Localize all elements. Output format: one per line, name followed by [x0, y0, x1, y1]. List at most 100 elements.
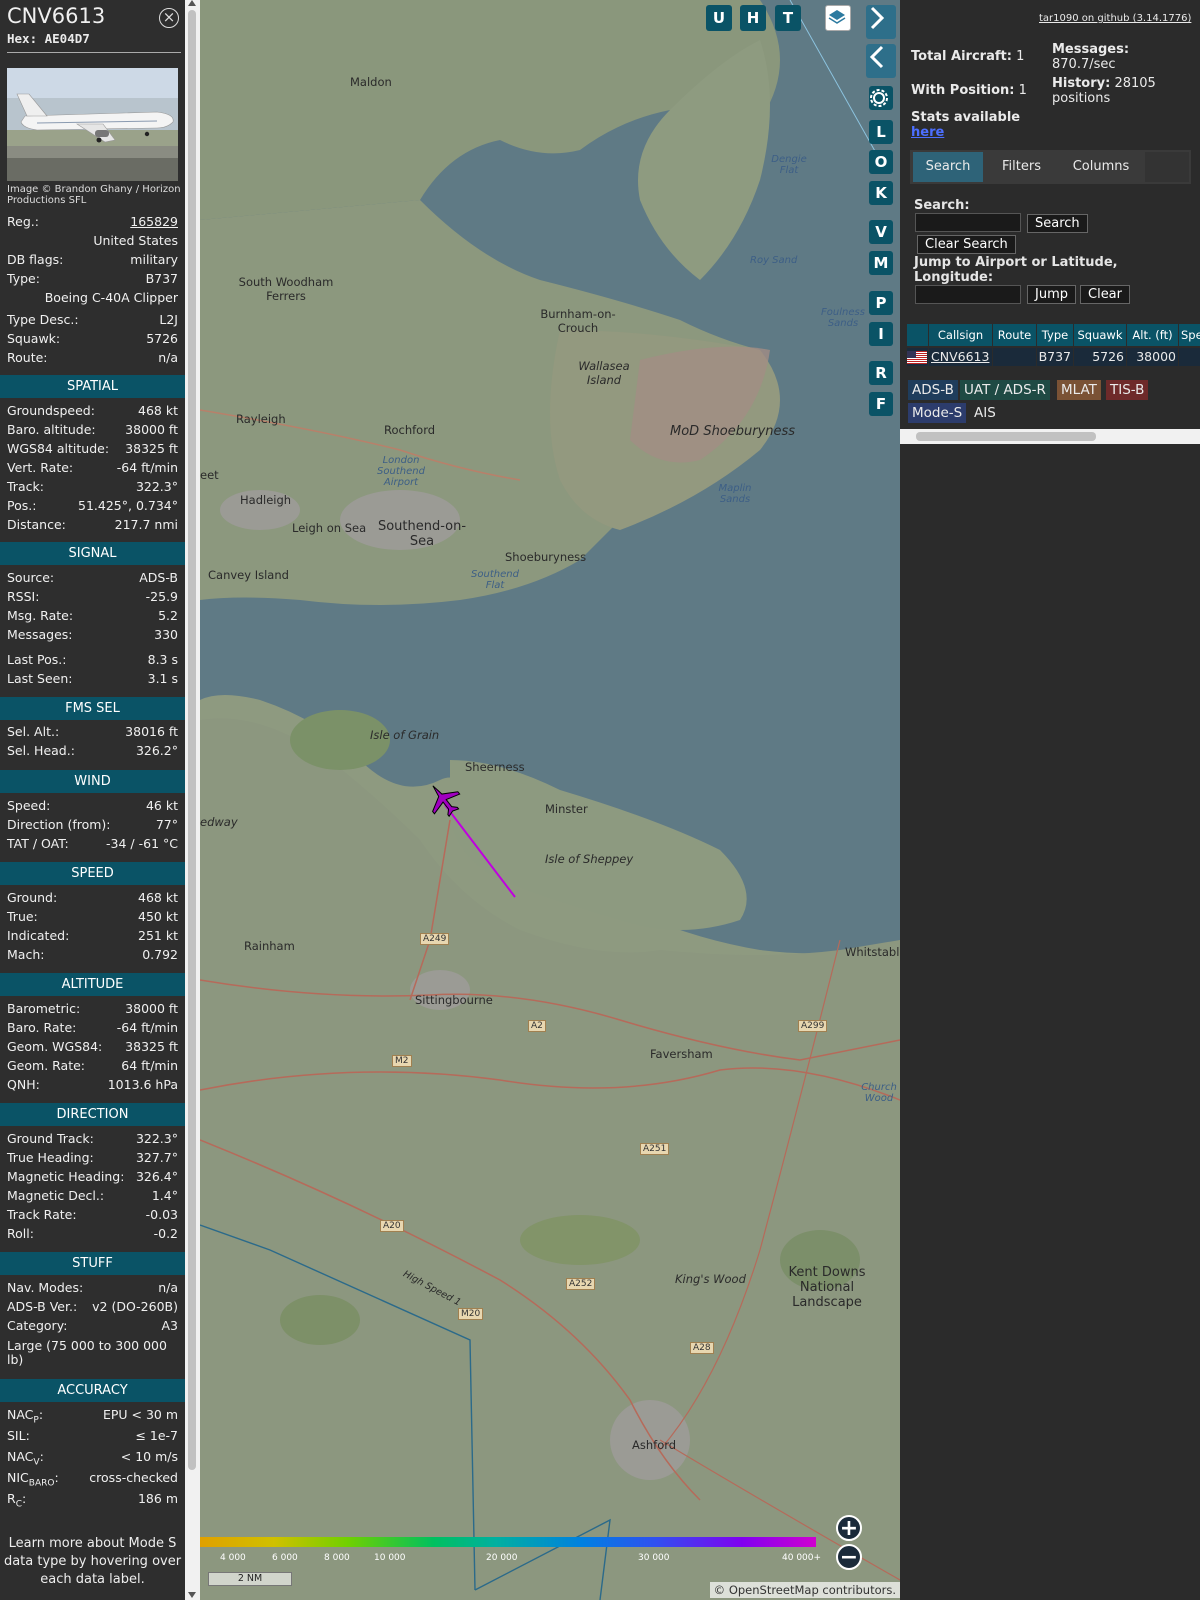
- altitude-label[interactable]: Barometric:: [7, 999, 80, 1018]
- altitude-label[interactable]: QNH:: [7, 1075, 40, 1094]
- map-button-i[interactable]: I: [869, 322, 893, 346]
- speed-label[interactable]: Indicated:: [7, 926, 69, 945]
- altitude-label[interactable]: Geom. WGS84:: [7, 1037, 102, 1056]
- source-filter-chip[interactable]: TIS-B: [1106, 380, 1149, 400]
- source-filter-chip[interactable]: AIS: [970, 403, 1000, 423]
- section-header-speed[interactable]: SPEED: [0, 862, 185, 885]
- section-header-accuracy[interactable]: ACCURACY: [0, 1379, 185, 1402]
- settings-gear-icon[interactable]: [869, 86, 893, 110]
- table-row-flag[interactable]: [907, 348, 928, 366]
- info-panel-scrollbar[interactable]: [185, 0, 200, 1600]
- map-button-f[interactable]: F: [869, 392, 893, 416]
- map-button-r[interactable]: R: [869, 361, 893, 385]
- close-icon[interactable]: ×: [159, 8, 179, 28]
- spatial-label[interactable]: Vert. Rate:: [7, 458, 73, 477]
- stats-here-link[interactable]: here: [911, 125, 944, 140]
- direction-label[interactable]: Ground Track:: [7, 1129, 94, 1148]
- altitude-label[interactable]: Baro. Rate:: [7, 1018, 76, 1037]
- column-callsign[interactable]: Callsign: [929, 324, 992, 346]
- signal-label[interactable]: RSSI:: [7, 587, 39, 606]
- layers-icon[interactable]: [825, 5, 851, 31]
- jump-input[interactable]: [915, 285, 1021, 304]
- stuff-label[interactable]: Category:: [7, 1316, 67, 1335]
- info_rows-label[interactable]: Type Desc.:: [7, 310, 79, 329]
- accuracy-label[interactable]: SIL:: [7, 1426, 30, 1445]
- wind-label[interactable]: TAT / OAT:: [7, 834, 69, 853]
- source-filter-chip[interactable]: ADS-B: [908, 380, 958, 400]
- direction-label[interactable]: Track Rate:: [7, 1205, 77, 1224]
- spatial-label[interactable]: Track:: [7, 477, 44, 496]
- table-row-type[interactable]: B737: [1037, 348, 1073, 366]
- openstreetmap-link[interactable]: OpenStreetMap: [729, 1583, 819, 1597]
- source-filter-chip[interactable]: MLAT: [1057, 380, 1101, 400]
- column-flag[interactable]: [907, 324, 928, 346]
- expand-right-icon[interactable]: [866, 5, 896, 39]
- wind-label[interactable]: Direction (from):: [7, 815, 111, 834]
- source-filter-chip[interactable]: Mode-S: [908, 403, 967, 423]
- map-button-v[interactable]: V: [869, 220, 893, 244]
- map-button-m[interactable]: M: [869, 251, 893, 275]
- map-button-k[interactable]: K: [869, 181, 893, 205]
- info_rows-label[interactable]: Reg.:: [7, 212, 39, 231]
- signal-label[interactable]: Last Seen:: [7, 669, 72, 688]
- direction-label[interactable]: True Heading:: [7, 1148, 94, 1167]
- table-row-callsign[interactable]: CNV6613: [929, 348, 992, 366]
- section-header-direction[interactable]: DIRECTION: [0, 1103, 185, 1126]
- info_rows-label[interactable]: Route:: [7, 348, 48, 367]
- spatial-label[interactable]: WGS84 altitude:: [7, 439, 109, 458]
- table-row-speed[interactable]: [1179, 348, 1200, 366]
- section-header-fms[interactable]: FMS SEL: [0, 697, 185, 720]
- signal-label[interactable]: Source:: [7, 568, 54, 587]
- table-row-squawk[interactable]: 5726: [1074, 348, 1126, 366]
- section-header-wind[interactable]: WIND: [0, 770, 185, 793]
- map-button-l[interactable]: L: [869, 120, 893, 144]
- map-view[interactable]: Maldon South Woodham Ferrers Burnham-on-Cr…: [200, 0, 900, 1600]
- info_rows-label[interactable]: Type:: [7, 269, 40, 288]
- scroll-up-icon[interactable]: [188, 0, 196, 6]
- zoom-out-icon[interactable]: −: [836, 1544, 862, 1570]
- spatial-label[interactable]: Groundspeed:: [7, 401, 95, 420]
- collapse-left-icon[interactable]: [866, 44, 896, 78]
- direction-label[interactable]: Magnetic Decl.:: [7, 1186, 104, 1205]
- column-speed[interactable]: Spe: [1179, 324, 1200, 346]
- map-button-h[interactable]: H: [740, 5, 766, 31]
- search-button[interactable]: Search: [1027, 214, 1088, 233]
- clear-button[interactable]: Clear: [1080, 285, 1130, 304]
- speed-label[interactable]: Ground:: [7, 888, 57, 907]
- signal-label[interactable]: Last Pos.:: [7, 650, 66, 669]
- info_rows-label[interactable]: Squawk:: [7, 329, 60, 348]
- jump-button[interactable]: Jump: [1027, 285, 1076, 304]
- map-button-u[interactable]: U: [706, 5, 732, 31]
- section-header-signal[interactable]: SIGNAL: [0, 542, 185, 565]
- spatial-label[interactable]: Baro. altitude:: [7, 420, 96, 439]
- tab-search[interactable]: Search: [913, 152, 983, 182]
- speed-label[interactable]: True:: [7, 907, 38, 926]
- wind-label[interactable]: Speed:: [7, 796, 50, 815]
- info_rows-value[interactable]: 165829: [130, 212, 178, 231]
- table-row-route[interactable]: [993, 348, 1036, 366]
- table-row-altitude[interactable]: 38000: [1127, 348, 1178, 366]
- search-input[interactable]: [915, 213, 1021, 232]
- spatial-label[interactable]: Pos.:: [7, 496, 36, 515]
- scroll-down-icon[interactable]: [188, 1592, 196, 1598]
- section-header-altitude[interactable]: ALTITUDE: [0, 973, 185, 996]
- tab-filters[interactable]: Filters: [986, 152, 1057, 182]
- spatial-label[interactable]: Distance:: [7, 515, 66, 534]
- aircraft-photo[interactable]: [7, 68, 178, 181]
- direction-label[interactable]: Magnetic Heading:: [7, 1167, 124, 1186]
- map-button-t[interactable]: T: [775, 5, 801, 31]
- direction-label[interactable]: Roll:: [7, 1224, 34, 1243]
- speed-label[interactable]: Mach:: [7, 945, 44, 964]
- column-type[interactable]: Type: [1037, 324, 1073, 346]
- column-route[interactable]: Route: [993, 324, 1036, 346]
- fms-label[interactable]: Sel. Alt.:: [7, 722, 59, 741]
- map-button-p[interactable]: P: [869, 291, 893, 315]
- zoom-in-icon[interactable]: +: [836, 1515, 862, 1541]
- signal-label[interactable]: Messages:: [7, 625, 73, 644]
- accuracy-label-wrap[interactable]: RC:: [7, 1489, 26, 1515]
- source-filter-chip[interactable]: UAT / ADS-R: [960, 380, 1050, 400]
- map-button-o[interactable]: O: [869, 150, 893, 174]
- altitude-label[interactable]: Geom. Rate:: [7, 1056, 85, 1075]
- stuff-label[interactable]: ADS-B Ver.:: [7, 1297, 77, 1316]
- table-horizontal-scrollbar[interactable]: [900, 429, 1200, 444]
